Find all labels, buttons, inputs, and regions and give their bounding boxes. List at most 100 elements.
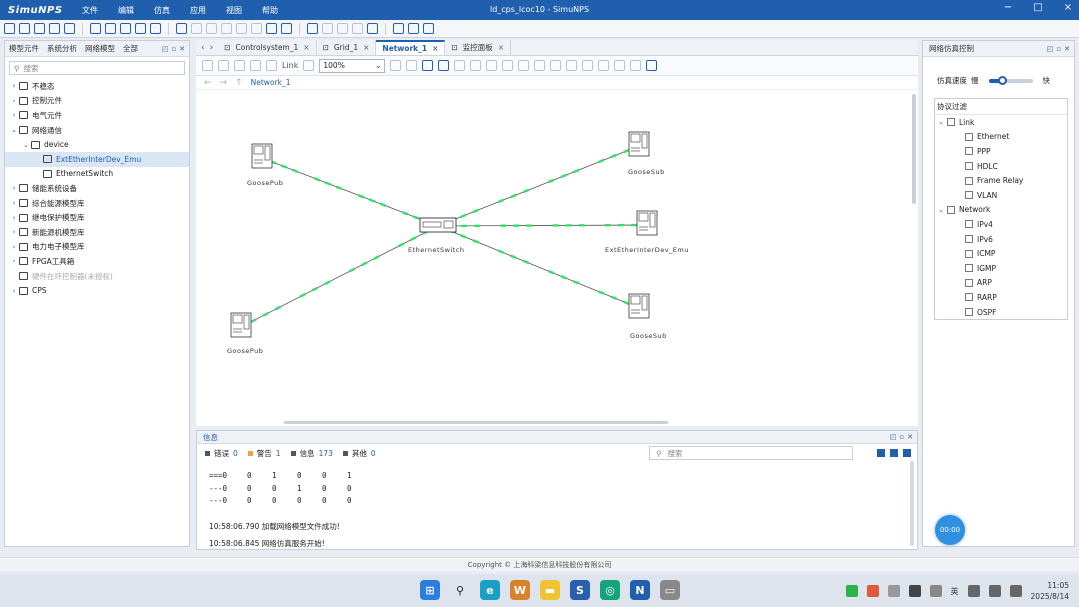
protocol-checkbox[interactable] (965, 278, 973, 287)
lock-icon[interactable] (202, 60, 213, 71)
protocol-item[interactable]: RARP (935, 290, 1067, 305)
pin-icon[interactable]: ▫ (1056, 45, 1061, 53)
float-icon[interactable]: ◰ (162, 45, 169, 53)
picture-icon[interactable] (486, 60, 498, 71)
tool-icon[interactable] (191, 23, 202, 34)
save-icon[interactable] (34, 23, 45, 34)
microphone-icon[interactable] (929, 585, 942, 597)
expand-arrow-icon[interactable]: › (9, 97, 19, 105)
expand-arrow-icon[interactable]: › (9, 287, 19, 295)
step-icon[interactable] (236, 23, 247, 34)
network-link[interactable] (240, 225, 439, 328)
tab-next-icon[interactable]: › (210, 43, 214, 53)
float-icon[interactable]: ◰ (1047, 45, 1054, 53)
search-icon[interactable]: ⚲ (450, 580, 470, 600)
expand-arrow-icon[interactable]: ⌄ (21, 141, 31, 149)
tree-item[interactable]: › 继电保护模型库 (5, 210, 189, 225)
battery-icon[interactable] (1009, 585, 1022, 597)
protocol-item[interactable]: PPP (935, 144, 1067, 159)
save-all-icon[interactable] (49, 23, 60, 34)
menu-file[interactable]: 文件 (72, 5, 108, 16)
network-link[interactable] (437, 224, 648, 227)
expand-arrow-icon[interactable]: › (9, 184, 19, 192)
menu-edit[interactable]: 编辑 (108, 5, 144, 16)
chevron-down-icon[interactable]: ⌄ (935, 118, 947, 126)
expand-arrow-icon[interactable]: › (9, 243, 19, 251)
settings-icon[interactable] (135, 23, 146, 34)
simunps-taskbar-icon[interactable]: S (570, 580, 590, 600)
sim-timer-button[interactable]: 00:00 (935, 515, 965, 545)
tree-item[interactable]: ⌄ device (5, 137, 189, 152)
pin-icon[interactable]: ▫ (171, 45, 176, 53)
compile-icon[interactable] (90, 23, 101, 34)
slider-handle[interactable] (997, 75, 1007, 85)
close-button[interactable]: × (1061, 2, 1075, 13)
protocol-checkbox[interactable] (965, 235, 973, 244)
protocol-item[interactable]: IPv4 (935, 217, 1067, 232)
arc-icon[interactable] (614, 60, 626, 71)
protocol-checkbox[interactable] (947, 205, 955, 214)
protocol-item[interactable]: HDLC (935, 159, 1067, 174)
close-tab-icon[interactable]: × (363, 43, 369, 52)
zoom-select[interactable]: 100% ⌄ (319, 58, 386, 73)
maximize-button[interactable]: □ (1031, 2, 1045, 13)
search-icon[interactable] (646, 60, 658, 71)
protocol-checkbox[interactable] (965, 132, 973, 141)
windows-start-icon[interactable]: ⊞ (420, 580, 440, 600)
tab-network[interactable]: Network_1 × (376, 40, 446, 55)
stop-icon[interactable] (281, 23, 292, 34)
tree-item[interactable]: › 电力电子模型库 (5, 240, 189, 255)
edit-icon[interactable] (206, 23, 217, 34)
protocol-checkbox[interactable] (965, 308, 973, 317)
network-link[interactable] (261, 157, 439, 227)
protocol-item[interactable]: IGMP (935, 261, 1067, 276)
run-icon[interactable] (251, 23, 262, 34)
protocol-checkbox[interactable] (965, 264, 973, 273)
menu-help[interactable]: 帮助 (252, 5, 288, 16)
pin-icon[interactable]: ▫ (899, 433, 904, 441)
chevron-down-icon[interactable]: ⌄ (935, 206, 947, 214)
log-filter[interactable]: 其他 0 (342, 448, 376, 459)
clock[interactable]: 11:05 2025/8/14 (1031, 580, 1069, 602)
expand-arrow-icon[interactable]: › (9, 111, 19, 119)
tree-item[interactable]: 硬件在环控制器(未授权) (5, 269, 189, 284)
log-search-input[interactable]: ⚲ 搜索 (649, 446, 853, 460)
link-icon[interactable] (337, 23, 348, 34)
log-scrollbar[interactable] (910, 461, 914, 546)
library-icon[interactable] (64, 23, 75, 34)
check-icon[interactable] (105, 23, 116, 34)
tray-app-icon[interactable] (866, 585, 879, 597)
breadcrumb-item[interactable]: Network_1 (251, 78, 291, 87)
pc-device-icon[interactable] (251, 143, 273, 169)
close-tab-icon[interactable]: × (432, 44, 438, 53)
tab-system-analysis[interactable]: 系统分析 (43, 43, 81, 54)
wechat-icon[interactable] (845, 585, 858, 597)
log-filter[interactable]: 错误 0 (205, 448, 238, 459)
tag-icon[interactable] (390, 60, 402, 71)
up-icon[interactable]: ↑ (235, 78, 243, 88)
export-icon[interactable] (454, 60, 466, 71)
polygon-icon[interactable] (630, 60, 642, 71)
tree-item[interactable]: › 储能系统设备 (5, 181, 189, 196)
edge-browser-icon[interactable]: e (480, 580, 500, 600)
layers-icon[interactable] (438, 60, 450, 71)
tree-item[interactable]: › 电气元件 (5, 108, 189, 123)
expand-arrow-icon[interactable]: › (9, 214, 19, 222)
protocol-checkbox[interactable] (965, 162, 973, 171)
export-icon[interactable] (352, 23, 363, 34)
tree-item[interactable]: › FPGA工具箱 (5, 254, 189, 269)
protocol-checkbox[interactable] (947, 118, 955, 127)
pc-device-icon[interactable] (636, 210, 658, 236)
polyline-icon[interactable] (598, 60, 610, 71)
close-tab-icon[interactable]: × (303, 43, 309, 52)
protocol-checkbox[interactable] (965, 191, 973, 200)
line-icon[interactable] (550, 60, 562, 71)
tree-item[interactable]: EthernetSwitch (5, 167, 189, 182)
log-filter[interactable]: 信息 173 (290, 448, 333, 459)
table-icon[interactable] (408, 23, 419, 34)
monitor-icon[interactable] (307, 23, 318, 34)
protocol-item[interactable]: Ethernet (935, 130, 1067, 145)
play-icon[interactable] (221, 23, 232, 34)
rectangle-icon[interactable] (518, 60, 530, 71)
zoom-icon[interactable] (250, 60, 261, 71)
